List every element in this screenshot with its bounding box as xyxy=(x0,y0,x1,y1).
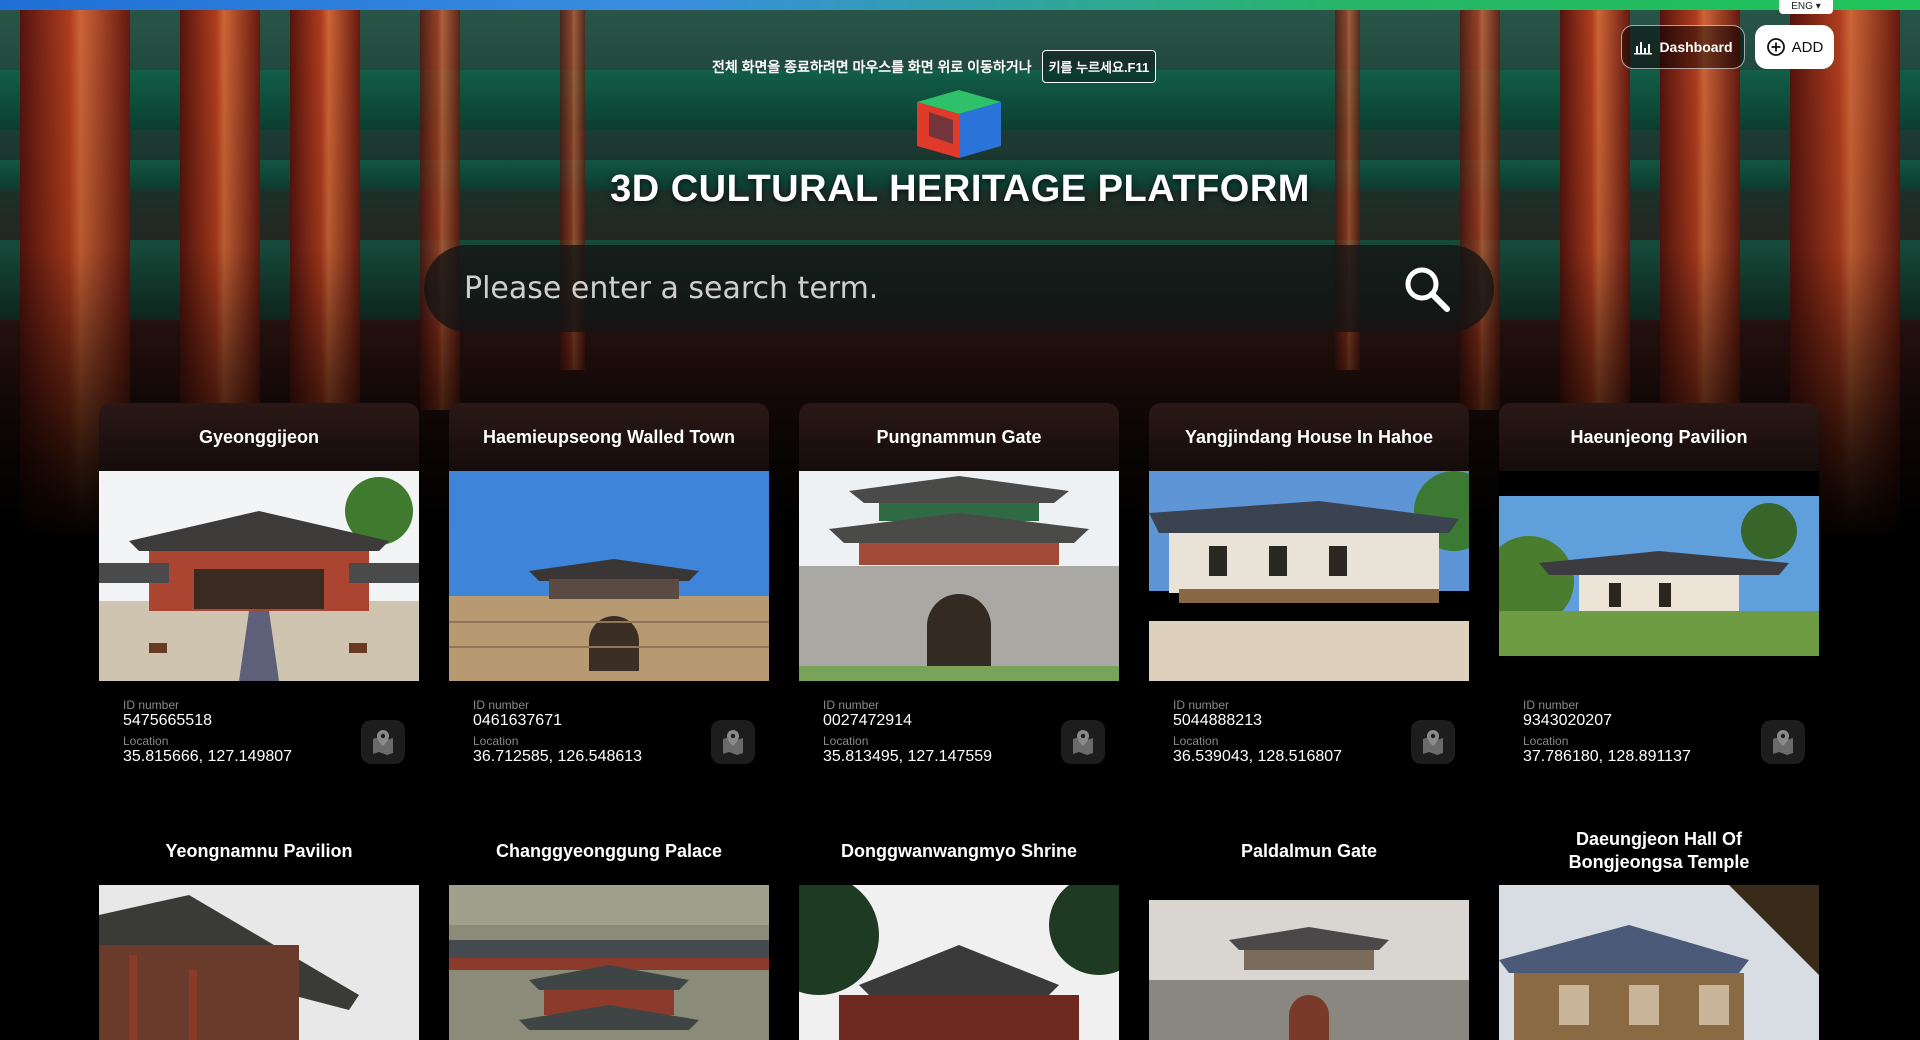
heritage-card[interactable]: Paldalmun Gate xyxy=(1149,817,1469,1040)
location-label: Location xyxy=(823,734,869,748)
id-value: 9343020207 xyxy=(1523,712,1612,729)
id-label: ID number xyxy=(1523,698,1580,712)
map-button[interactable] xyxy=(1061,720,1105,764)
card-title: Paldalmun Gate xyxy=(1240,840,1378,861)
card-title: Yangjindang House In Hahoe xyxy=(1149,403,1469,471)
heritage-card[interactable]: Pungnammun Gate ID number 0027472914 Loc… xyxy=(799,403,1119,791)
location-value: 36.712585, 126.548613 xyxy=(473,748,643,765)
heritage-photo xyxy=(799,885,1119,1040)
location-label: Location xyxy=(473,734,519,748)
bar-chart-icon xyxy=(1634,42,1653,55)
map-pin-icon xyxy=(723,730,743,755)
location-value: 35.815666, 127.149807 xyxy=(123,748,293,765)
id-value: 5044888213 xyxy=(1173,712,1262,729)
heritage-photo xyxy=(799,471,1119,681)
id-value: 0027472914 xyxy=(823,712,912,729)
dashboard-label: Dashboard xyxy=(1659,39,1733,55)
heritage-card[interactable]: Yangjindang House In Hahoe ID number 504… xyxy=(1149,403,1469,791)
heritage-card[interactable]: Gyeonggijeon ID number 5475665518 Locati… xyxy=(99,403,419,791)
page-title: 3D CULTURAL HERITAGE PLATFORM xyxy=(610,168,1310,210)
map-pin-icon xyxy=(1773,730,1793,755)
add-button[interactable]: ADD xyxy=(1755,25,1834,69)
heritage-photo xyxy=(1149,471,1469,681)
location-value: 37.786180, 128.891137 xyxy=(1523,748,1691,765)
heritage-card[interactable]: Yeongnamnu Pavilion xyxy=(99,817,419,1040)
search-input[interactable] xyxy=(464,271,1400,306)
map-pin-icon xyxy=(1423,730,1443,755)
id-label: ID number xyxy=(123,698,180,712)
card-info: ID number 0027472914 Location 35.813495,… xyxy=(799,681,1119,791)
card-title: Yeongnamnu Pavilion xyxy=(165,840,353,861)
heritage-card[interactable]: Haemieupseong Walled Town ID number 0461… xyxy=(449,403,769,791)
map-button[interactable] xyxy=(1411,720,1455,764)
heritage-photo xyxy=(1149,885,1469,1040)
card-info: ID number 9343020207 Location 37.786180,… xyxy=(1499,681,1819,791)
heritage-card[interactable]: Daeungjeon Hall Of Bongjeongsa Temple xyxy=(1499,817,1819,1040)
card-title: Donggwanwangmyo Shrine xyxy=(840,840,1077,861)
map-button[interactable] xyxy=(711,720,755,764)
id-value: 5475665518 xyxy=(123,712,212,729)
heritage-card[interactable]: Haeunjeong Pavilion ID number 9343020207… xyxy=(1499,403,1819,791)
dashboard-button[interactable]: Dashboard xyxy=(1621,25,1745,69)
location-value: 35.813495, 127.147559 xyxy=(823,748,993,765)
card-info: ID number 5475665518 Location 35.815666,… xyxy=(99,681,419,791)
id-label: ID number xyxy=(1173,698,1230,712)
fullscreen-key-hint: 키를 누르세요.F11 xyxy=(1041,50,1157,83)
map-pin-icon xyxy=(1073,730,1093,755)
heritage-photo xyxy=(449,885,769,1040)
card-info: ID number 5044888213 Location 36.539043,… xyxy=(1149,681,1469,791)
location-label: Location xyxy=(123,734,169,748)
card-title: Haeunjeong Pavilion xyxy=(1499,403,1819,471)
search-icon[interactable] xyxy=(1400,262,1454,316)
location-label: Location xyxy=(1173,734,1219,748)
fullscreen-notice: 전체 화면을 종료하려면 마우스를 화면 위로 이동하거나 키를 누르세요.F1… xyxy=(712,50,1157,83)
id-label: ID number xyxy=(823,698,880,712)
map-button[interactable] xyxy=(361,720,405,764)
card-title: Changgyeonggung Palace xyxy=(495,840,723,861)
fullscreen-notice-text: 전체 화면을 종료하려면 마우스를 화면 위로 이동하거나 xyxy=(712,58,1032,75)
heritage-card[interactable]: Donggwanwangmyo Shrine xyxy=(799,817,1119,1040)
top-color-strip xyxy=(0,0,1920,10)
search-bar xyxy=(424,245,1494,332)
heritage-photo xyxy=(449,471,769,681)
card-title: Haemieupseong Walled Town xyxy=(449,403,769,471)
card-title: Pungnammun Gate xyxy=(799,403,1119,471)
heritage-card[interactable]: Changgyeonggung Palace xyxy=(449,817,769,1040)
card-title: Gyeonggijeon xyxy=(99,403,419,471)
card-info: ID number 0461637671 Location 36.712585,… xyxy=(449,681,769,791)
location-value: 36.539043, 128.516807 xyxy=(1173,748,1343,765)
map-pin-icon xyxy=(373,730,393,755)
location-label: Location xyxy=(1523,734,1569,748)
heritage-photo xyxy=(99,885,419,1040)
platform-logo xyxy=(917,90,1001,158)
id-label: ID number xyxy=(473,698,530,712)
heritage-photo xyxy=(1499,471,1819,681)
heritage-photo xyxy=(1499,885,1819,1040)
map-button[interactable] xyxy=(1761,720,1805,764)
id-value: 0461637671 xyxy=(473,712,562,729)
heritage-photo xyxy=(99,471,419,681)
language-selector[interactable]: ENG ▾ xyxy=(1779,0,1833,14)
plus-circle-icon xyxy=(1766,38,1785,56)
card-title: Daeungjeon Hall Of Bongjeongsa Temple xyxy=(1568,829,1750,872)
add-label: ADD xyxy=(1791,38,1824,56)
